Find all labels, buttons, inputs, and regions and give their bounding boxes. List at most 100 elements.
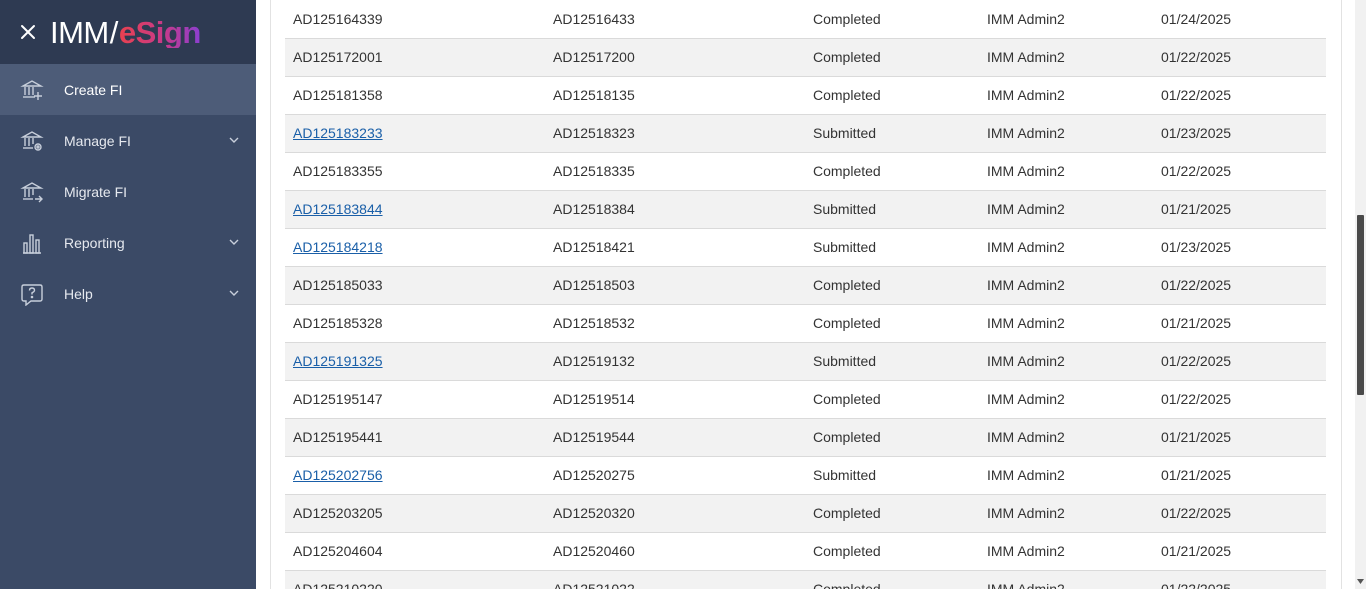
sidebar-item-manage-fi[interactable]: Manage FI: [0, 115, 256, 166]
cell-user: IMM Admin2: [987, 239, 1065, 255]
cell-status: Completed: [813, 543, 881, 559]
fi-id-link[interactable]: AD125183233: [293, 125, 383, 141]
cell-ref: AD12520320: [553, 505, 635, 521]
cell-user: IMM Admin2: [987, 429, 1065, 445]
cell-id: AD125210220: [293, 581, 383, 589]
cell-user: IMM Admin2: [987, 87, 1065, 103]
cell-status: Completed: [813, 581, 881, 589]
cell-date: 01/22/2025: [1161, 87, 1232, 103]
cell-status: Completed: [813, 505, 881, 521]
cell-date: 01/21/2025: [1161, 315, 1232, 331]
cell-id[interactable]: AD125183233: [285, 114, 545, 152]
app-logo[interactable]: IMM / eSign: [50, 17, 201, 48]
cell-date: 01/22/2025: [1161, 505, 1232, 521]
table-row: AD125183233 AD12518323 Submitted IMM Admin2…: [285, 114, 1326, 152]
cell-date: 01/22/2025: [1161, 581, 1232, 589]
scrollbar-thumb[interactable]: [1357, 215, 1364, 395]
cell-user: IMM Admin2: [987, 467, 1065, 483]
cell-status: Submitted: [813, 467, 877, 483]
cell-id[interactable]: AD125183844: [285, 190, 545, 228]
bank-settings-icon: [20, 129, 44, 153]
cell-user: IMM Admin2: [987, 315, 1065, 331]
sidebar-item-label: Create FI: [64, 81, 123, 98]
card-border-left: [270, 0, 271, 589]
cell-user: IMM Admin2: [987, 49, 1065, 65]
sidebar-item-reporting[interactable]: Reporting: [0, 217, 256, 268]
fi-table-body: AD125164339 AD12516433 Completed IMM Admin2…: [285, 0, 1326, 589]
cell-date: 01/22/2025: [1161, 277, 1232, 293]
cell-date: 01/22/2025: [1161, 353, 1232, 369]
cell-status: Completed: [813, 87, 881, 103]
sidebar: IMM / eSign Create FI Manage FI Migrate …: [0, 0, 256, 589]
cell-id[interactable]: AD125202756: [285, 456, 545, 494]
table-row: AD125195147 AD12519514 Completed IMM Admin2…: [285, 380, 1326, 418]
sidebar-item-migrate-fi[interactable]: Migrate FI: [0, 166, 256, 217]
cell-ref: AD12520275: [553, 467, 635, 483]
sidebar-item-label: Manage FI: [64, 132, 131, 149]
cell-user: IMM Admin2: [987, 201, 1065, 217]
cell-id: AD125164339: [293, 10, 383, 27]
sidebar-item-help[interactable]: Help: [0, 268, 256, 319]
table-row: AD125210220 AD12521022 Completed IMM Admin2…: [285, 570, 1326, 589]
cell-id: AD125181358: [293, 87, 383, 103]
table-row: AD125185328 AD12518532 Completed IMM Admin2…: [285, 304, 1326, 342]
cell-date: 01/21/2025: [1161, 543, 1232, 559]
cell-date: 01/21/2025: [1161, 201, 1232, 217]
cell-ref: AD12518532: [553, 315, 635, 331]
cell-ref: AD12521022: [553, 581, 635, 589]
cell-ref: AD12518421: [553, 239, 635, 255]
cell-user: IMM Admin2: [987, 505, 1065, 521]
fi-id-link[interactable]: AD125191325: [293, 353, 383, 369]
table-row: AD125183844 AD12518384 Submitted IMM Admin2…: [285, 190, 1326, 228]
cell-id[interactable]: AD125184218: [285, 228, 545, 266]
bar-chart-icon: [20, 231, 44, 255]
cell-user: IMM Admin2: [987, 581, 1065, 589]
cell-user: IMM Admin2: [987, 353, 1065, 369]
cell-id: AD125185328: [293, 315, 383, 331]
cell-id: AD125195147: [293, 391, 383, 407]
table-row: AD125185033 AD12518503 Completed IMM Admin2…: [285, 266, 1326, 304]
cell-date: 01/22/2025: [1161, 49, 1232, 65]
cell-status: Completed: [813, 10, 881, 27]
cell-id: AD125183355: [293, 163, 383, 179]
cell-user: IMM Admin2: [987, 163, 1065, 179]
fi-id-link[interactable]: AD125202756: [293, 467, 383, 483]
scroll-down-arrow-icon[interactable]: [1357, 578, 1364, 585]
fi-id-link[interactable]: AD125183844: [293, 201, 383, 217]
cell-status: Completed: [813, 429, 881, 445]
cell-user: IMM Admin2: [987, 391, 1065, 407]
cell-id: AD125204604: [293, 543, 383, 559]
sidebar-item-label: Migrate FI: [64, 183, 128, 200]
table-row: AD125172001 AD12517200 Completed IMM Admin2…: [285, 38, 1326, 76]
cell-user: IMM Admin2: [987, 10, 1065, 27]
logo-slash: /: [109, 14, 119, 50]
cell-id[interactable]: AD125191325: [285, 342, 545, 380]
bank-migrate-icon: [20, 180, 44, 204]
table-row: AD125184218 AD12518421 Submitted IMM Admin2…: [285, 228, 1326, 266]
table-row: AD125202756 AD12520275 Submitted IMM Admin2…: [285, 456, 1326, 494]
fi-id-link[interactable]: AD125184218: [293, 239, 383, 255]
cell-id: AD125185033: [293, 277, 383, 293]
close-icon[interactable]: [18, 22, 38, 42]
chevron-down-icon: [229, 239, 239, 245]
cell-id: AD125203205: [293, 505, 383, 521]
cell-status: Completed: [813, 315, 881, 331]
sidebar-item-create-fi[interactable]: Create FI: [0, 64, 256, 115]
table-row: AD125183355 AD12518335 Completed IMM Admin2…: [285, 152, 1326, 190]
cell-id: AD125195441: [293, 429, 383, 445]
fi-table: AD125164339 AD12516433 Completed IMM Admin2…: [285, 0, 1326, 589]
logo-text-esign: eSign: [118, 14, 201, 50]
chevron-down-icon: [229, 290, 239, 296]
card-border-right: [1341, 0, 1342, 589]
cell-date: 01/23/2025: [1161, 125, 1232, 141]
brand-header: IMM / eSign: [0, 0, 256, 64]
cell-ref: AD12517200: [553, 49, 635, 65]
cell-date: 01/22/2025: [1161, 391, 1232, 407]
chevron-down-icon: [229, 137, 239, 143]
cell-ref: AD12519514: [553, 391, 635, 407]
cell-ref: AD12519132: [553, 353, 635, 369]
table-row: AD125195441 AD12519544 Completed IMM Admin2…: [285, 418, 1326, 456]
table-row: AD125191325 AD12519132 Submitted IMM Admin2…: [285, 342, 1326, 380]
cell-status: Submitted: [813, 353, 877, 369]
cell-ref: AD12519544: [553, 429, 635, 445]
